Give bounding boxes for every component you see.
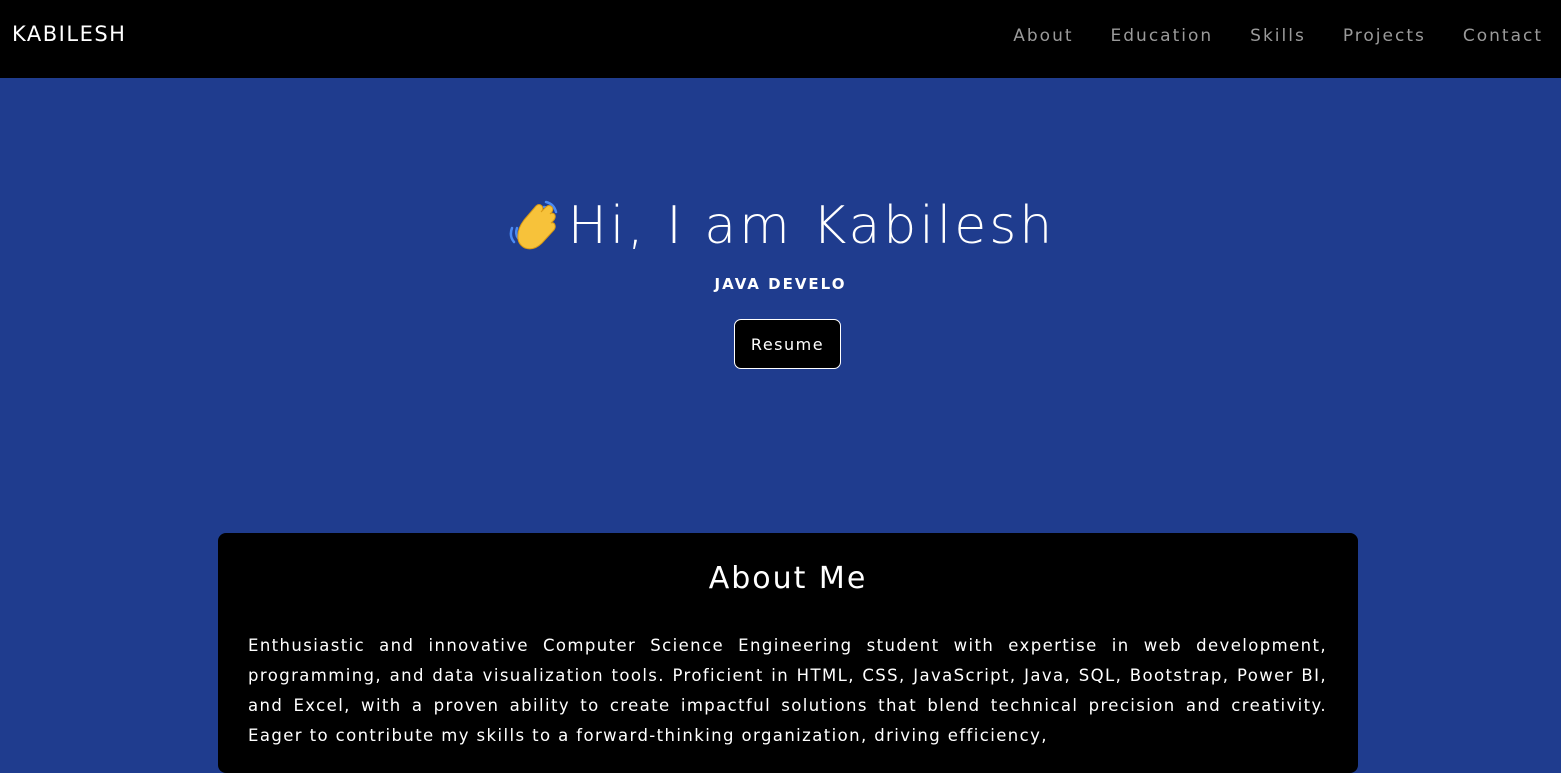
- hero-section: Hi, I am Kabilesh JAVA DEVELO Resume: [0, 78, 1561, 533]
- resume-button[interactable]: Resume: [734, 319, 841, 369]
- nav-links: About Education Skills Projects Contact: [1013, 26, 1543, 46]
- hero-subtitle: JAVA DEVELO: [714, 275, 847, 293]
- nav-link-projects[interactable]: Projects: [1343, 26, 1426, 46]
- nav-link-skills[interactable]: Skills: [1250, 26, 1306, 46]
- waving-hand-icon: [506, 198, 562, 254]
- hero-heading: Hi, I am Kabilesh: [567, 196, 1056, 256]
- nav-link-about[interactable]: About: [1013, 26, 1073, 46]
- about-title: About Me: [708, 561, 868, 596]
- brand-logo[interactable]: KABILESH: [12, 22, 126, 46]
- navbar: KABILESH About Education Skills Projects…: [0, 0, 1561, 78]
- nav-link-education[interactable]: Education: [1111, 26, 1214, 46]
- nav-link-contact[interactable]: Contact: [1463, 26, 1543, 46]
- about-text: Enthusiastic and innovative Computer Sci…: [248, 636, 1327, 745]
- about-card: About Me Enthusiastic and innovative Com…: [218, 533, 1358, 773]
- hero-title: Hi, I am Kabilesh: [0, 196, 1561, 256]
